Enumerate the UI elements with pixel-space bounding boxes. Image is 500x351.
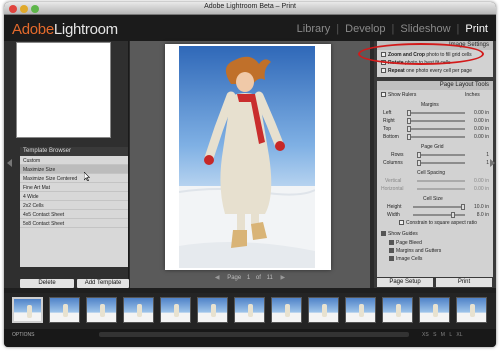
photo-woman-jumping-in-snow[interactable]: [179, 46, 315, 268]
filmstrip-thumbnail[interactable]: [456, 297, 487, 323]
cell-spacing-label: Cell Spacing: [417, 170, 446, 176]
filmstrip-thumbnail[interactable]: [234, 297, 265, 323]
filmstrip-thumbnail[interactable]: [271, 297, 302, 323]
filmstrip-thumbnail[interactable]: [86, 297, 117, 323]
show-guides-checkbox[interactable]: [381, 231, 386, 237]
repeat-option[interactable]: Repeat one photo every cell per page: [381, 68, 472, 74]
title-bar: Adobe Lightroom Beta – Print: [4, 2, 496, 15]
mouse-cursor-icon: [84, 172, 90, 181]
template-browser-header[interactable]: Template Browser: [20, 147, 128, 156]
options-button[interactable]: OPTIONS: [12, 332, 35, 338]
template-item[interactable]: 4 Wide: [20, 192, 128, 201]
module-header: AdobeLightroom Library | Develop | Slideshow…: [4, 15, 496, 41]
template-preview: [16, 42, 111, 138]
thumbnail-figure: [322, 304, 327, 317]
thumbnail-figure: [396, 304, 401, 317]
filmstrip-thumbnail[interactable]: [382, 297, 413, 323]
thumbnail-figure: [137, 304, 142, 317]
thumbnail-figure: [174, 304, 179, 317]
filmstrip-thumbnail[interactable]: [419, 297, 450, 323]
filmstrip-thumbnail[interactable]: [49, 297, 80, 323]
cell-size-label: Cell Size: [423, 196, 443, 202]
thumbnail-size-selector[interactable]: XS S M L XL: [422, 332, 462, 338]
filmstrip-thumbnail[interactable]: [12, 297, 43, 323]
rows-slider[interactable]: [417, 152, 465, 158]
template-item[interactable]: 4x5 Contact Sheet: [20, 210, 128, 219]
page-navigator: ◀ Page 1 of 11 ▶: [214, 275, 286, 281]
module-print[interactable]: Print: [465, 23, 488, 35]
add-template-button[interactable]: Add Template: [77, 279, 129, 288]
columns-slider[interactable]: [417, 160, 465, 166]
template-item[interactable]: Maximize Size Centered: [20, 174, 128, 183]
previous-page-icon[interactable]: ◀: [215, 275, 220, 281]
collapse-left-panel-icon[interactable]: [7, 159, 12, 167]
print-page: [165, 44, 331, 270]
module-develop[interactable]: Develop: [345, 23, 385, 35]
current-page: 1: [246, 275, 251, 281]
template-item[interactable]: Fine Art Mat: [20, 183, 128, 192]
cell-width-slider[interactable]: [413, 212, 465, 218]
page-setup-button[interactable]: Page Setup: [377, 278, 433, 287]
filmstrip: [4, 293, 496, 329]
next-page-icon[interactable]: ▶: [280, 275, 285, 281]
template-item[interactable]: 2x2 Cells: [20, 201, 128, 210]
filmstrip-thumbnail[interactable]: [123, 297, 154, 323]
show-guides-option[interactable]: Show Guides: [381, 231, 418, 237]
thumbnail-figure: [359, 304, 364, 317]
margin-right-slider[interactable]: [407, 118, 465, 124]
template-item-selected[interactable]: Maximize Size: [20, 165, 128, 174]
thumbnail-figure: [100, 304, 105, 317]
print-button[interactable]: Print: [436, 278, 492, 287]
thumbnail-figure: [211, 304, 216, 317]
filmstrip-thumbnail[interactable]: [345, 297, 376, 323]
template-list: Custom Maximize Size Maximize Size Cente…: [20, 156, 128, 267]
thumbnail-figure: [63, 304, 68, 317]
show-rulers-option[interactable]: Show Rulers: [381, 92, 416, 98]
right-panel: Image Settings Zoom and Crop photo to fi…: [374, 41, 496, 288]
delete-template-button[interactable]: Delete: [20, 279, 74, 288]
collapse-right-panel-icon[interactable]: [490, 159, 495, 167]
thumbnail-figure: [248, 304, 253, 317]
thumbnail-figure: [470, 304, 475, 317]
constrain-option[interactable]: Constrain to square aspect ratio: [399, 220, 477, 226]
margins-gutters-checkbox[interactable]: [389, 248, 394, 254]
page-bleed-checkbox[interactable]: [389, 240, 394, 246]
filmstrip-thumbnail[interactable]: [160, 297, 191, 323]
module-picker: Library | Develop | Slideshow | Print: [296, 23, 488, 35]
app-logo: AdobeLightroom: [12, 21, 118, 38]
image-cells-checkbox[interactable]: [389, 256, 394, 262]
vertical-spacing-slider[interactable]: [417, 180, 465, 182]
page-total: 11: [266, 275, 273, 281]
print-preview-area: ◀ Page 1 of 11 ▶: [130, 41, 370, 288]
template-item[interactable]: 5x8 Contact Sheet: [20, 219, 128, 228]
show-rulers-checkbox[interactable]: [381, 92, 386, 98]
module-slideshow[interactable]: Slideshow: [400, 23, 450, 35]
thumbnail-figure: [27, 305, 32, 318]
horizontal-spacing-slider[interactable]: [417, 188, 465, 190]
margins-label: Margins: [421, 102, 439, 108]
repeat-checkbox[interactable]: [381, 68, 386, 74]
filmstrip-thumbnail[interactable]: [197, 297, 228, 323]
margin-top-slider[interactable]: [407, 126, 465, 132]
margin-bottom-slider[interactable]: [407, 134, 465, 140]
module-library[interactable]: Library: [297, 23, 331, 35]
template-item[interactable]: Custom: [20, 156, 128, 165]
lightroom-window: Adobe Lightroom Beta – Print AdobeLightr…: [4, 2, 496, 347]
annotation-oval: [358, 43, 484, 65]
thumbnail-figure: [285, 304, 290, 317]
units-select[interactable]: Inches: [465, 92, 480, 98]
page-grid-label: Page Grid: [421, 144, 444, 150]
page-layout-tools-panel: Page Layout Tools Show Rulers Inches Mar…: [377, 81, 493, 277]
filmstrip-thumbnail[interactable]: [308, 297, 339, 323]
guide-margins-gutters[interactable]: Margins and Gutters: [389, 248, 441, 254]
cell-height-slider[interactable]: [413, 204, 465, 210]
margin-left-slider[interactable]: [407, 110, 465, 116]
page-layout-tools-header[interactable]: Page Layout Tools: [377, 81, 493, 90]
thumbnail-figure: [433, 304, 438, 317]
guide-page-bleed[interactable]: Page Bleed: [389, 240, 422, 246]
window-title: Adobe Lightroom Beta – Print: [204, 3, 296, 10]
filmstrip-scrollbar[interactable]: [99, 332, 409, 337]
guide-image-cells[interactable]: Image Cells: [389, 256, 422, 262]
constrain-checkbox[interactable]: [399, 220, 404, 226]
